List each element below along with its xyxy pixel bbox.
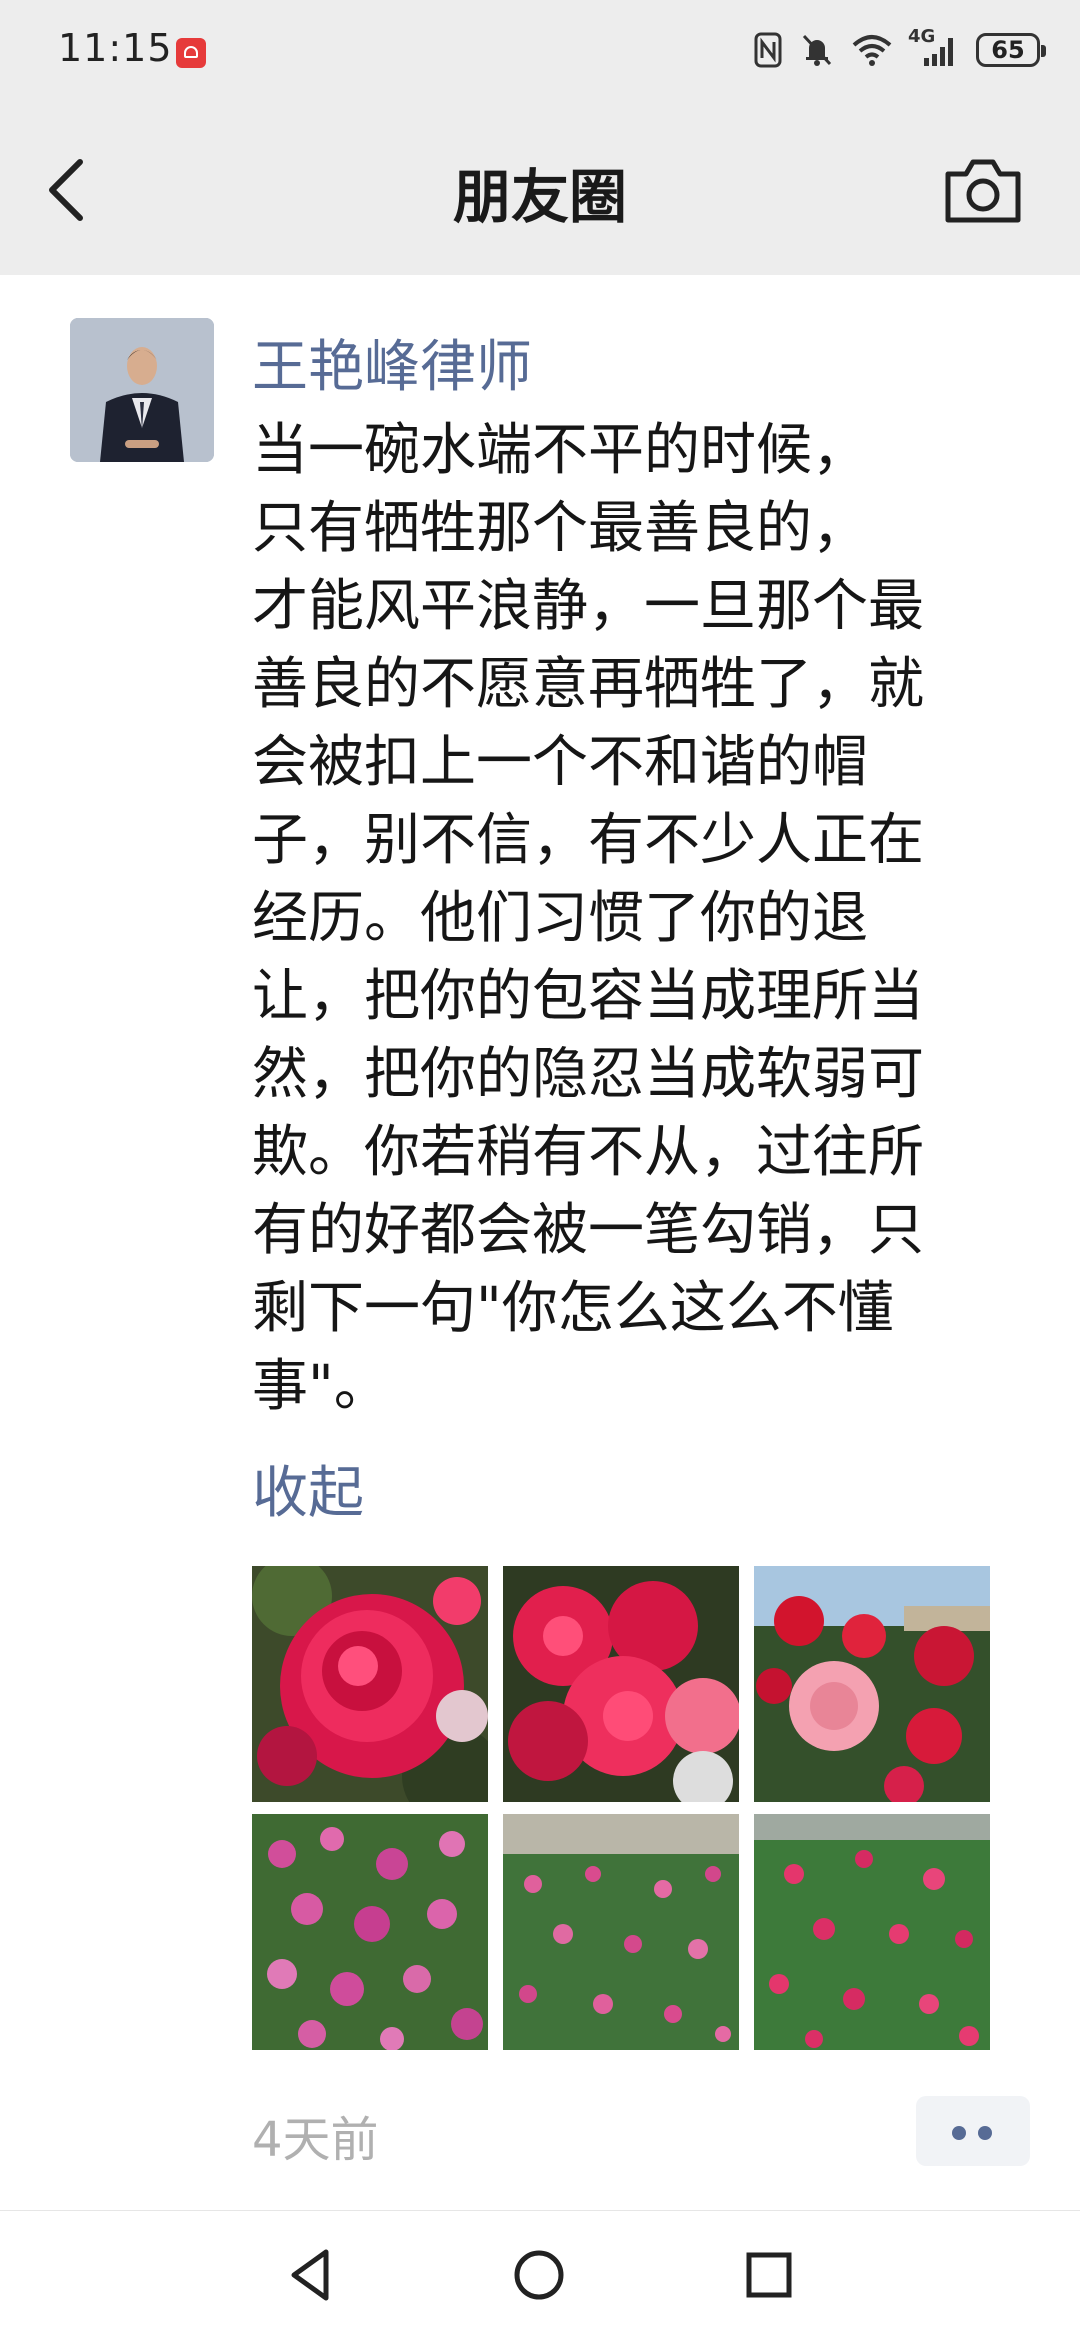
photo-thumbnail[interactable] <box>754 1566 990 1802</box>
post-text-line: 才能风平浪静，一旦那个最 <box>252 574 924 639</box>
page-title: 朋友圈 <box>452 163 627 231</box>
collapse-link[interactable]: 收起 <box>252 1448 364 1529</box>
nav-back-icon <box>291 2249 329 2301</box>
post-text-line: 当一碗水端不平的时候， <box>252 418 868 483</box>
battery-icon: 65 <box>976 33 1046 67</box>
huawei-app-icon <box>176 38 206 68</box>
more-dots-icon <box>978 2126 992 2140</box>
nav-home-icon <box>514 2250 564 2300</box>
avatar[interactable] <box>70 318 214 462</box>
photo-thumbnail[interactable] <box>252 1814 488 2050</box>
post-text-line: 剩下一句"你怎么这么不懂 <box>252 1276 894 1341</box>
photo-thumbnail[interactable] <box>503 1814 739 2050</box>
post-text-line: 会被扣上一个不和谐的帽 <box>252 730 868 795</box>
nav-home-button[interactable] <box>506 2242 572 2308</box>
photo-grid <box>252 1566 990 2052</box>
nav-recents-button[interactable] <box>736 2242 802 2308</box>
post-timestamp: 4天前 <box>252 2112 379 2168</box>
photo-thumbnail[interactable] <box>252 1566 488 1802</box>
camera-icon <box>945 159 1021 223</box>
author-name[interactable]: 王艳峰律师 <box>252 322 532 403</box>
post-text-line: 善良的不愿意再牺牲了，就 <box>252 652 924 717</box>
system-nav-bar <box>0 2212 1080 2340</box>
nfc-icon <box>754 32 782 68</box>
photo-thumbnail[interactable] <box>503 1566 739 1802</box>
mute-bell-icon <box>800 32 834 68</box>
post-text-line: 然，把你的隐忍当成软弱可 <box>252 1042 924 1107</box>
post-text-line: 只有牺牲那个最善良的， <box>252 496 868 561</box>
post-text-line: 事"。 <box>252 1354 390 1419</box>
nav-recents-icon <box>746 2252 792 2298</box>
post-text: 当一碗水端不平的时候， 只有牺牲那个最善良的， 才能风平浪静，一旦那个最 善良的… <box>252 412 1004 1426</box>
photo-thumbnail[interactable] <box>754 1814 990 2050</box>
camera-button[interactable] <box>942 152 1024 228</box>
divider <box>0 2210 1080 2211</box>
more-dots-icon <box>952 2126 966 2140</box>
post-text-line: 子，别不信，有不少人正在 <box>252 808 924 873</box>
post-text-line: 让，把你的包容当成理所当 <box>252 964 924 1029</box>
wifi-icon <box>852 33 892 67</box>
status-time: 11:15 <box>58 26 173 70</box>
more-actions-button[interactable] <box>916 2096 1030 2166</box>
status-bar: 11:15 4G 65 <box>0 0 1080 100</box>
avatar-person-image <box>70 318 214 462</box>
title-bar: 朋友圈 <box>0 100 1080 275</box>
post-text-line: 经历。他们习惯了你的退 <box>252 886 868 951</box>
status-icons: 4G 65 <box>754 26 1046 72</box>
post-text-line: 欺。你若稍有不从，过往所 <box>252 1120 924 1185</box>
network-type: 4G <box>908 26 936 47</box>
post-text-line: 有的好都会被一笔勾销，只 <box>252 1198 924 1263</box>
nav-back-button[interactable] <box>280 2242 346 2308</box>
signal-icon: 4G <box>908 26 958 68</box>
